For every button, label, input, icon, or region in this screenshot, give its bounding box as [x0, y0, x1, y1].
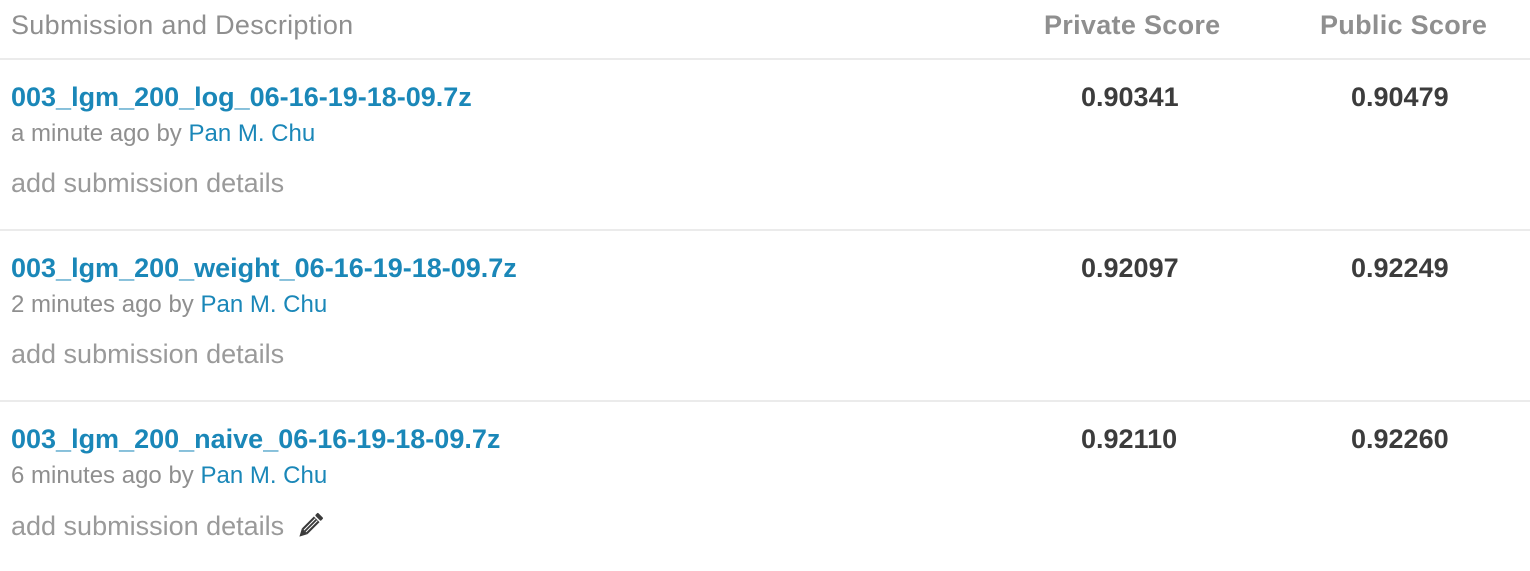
add-details-link[interactable]: add submission details [11, 510, 326, 542]
author-link[interactable]: Pan M. Chu [200, 291, 327, 318]
submission-row: 003_lgm_200_weight_06-16-19-18-09.7z 2 m… [0, 231, 1530, 402]
submission-name-link[interactable]: 003_lgm_200_naive_06-16-19-18-09.7z [11, 424, 500, 455]
public-score: 0.90479 [1351, 82, 1449, 112]
pencil-icon[interactable] [294, 510, 326, 542]
add-details-label: add submission details [11, 168, 285, 198]
public-score: 0.92249 [1351, 253, 1449, 283]
submissions-table: Submission and Description Private Score… [0, 0, 1530, 571]
submission-meta: a minute ago by Pan M. Chu [11, 120, 315, 148]
submission-row: 003_lgm_200_log_06-16-19-18-09.7z a minu… [0, 60, 1530, 231]
add-details-link[interactable]: add submission details [11, 168, 284, 199]
author-link[interactable]: Pan M. Chu [200, 462, 327, 489]
private-score: 0.90341 [1081, 82, 1179, 112]
header-private-score[interactable]: Private Score [1044, 10, 1221, 41]
table-header: Submission and Description Private Score… [0, 0, 1530, 60]
private-score: 0.92097 [1081, 253, 1179, 283]
submission-by: by [168, 291, 194, 318]
submission-time: a minute ago [11, 120, 150, 147]
header-public-score[interactable]: Public Score [1320, 10, 1487, 41]
private-score: 0.92110 [1081, 424, 1178, 454]
submission-time: 6 minutes ago [11, 462, 162, 489]
submission-by: by [156, 120, 182, 147]
submission-meta: 2 minutes ago by Pan M. Chu [11, 291, 327, 319]
submission-name-link[interactable]: 003_lgm_200_weight_06-16-19-18-09.7z [11, 253, 517, 284]
public-score: 0.92260 [1351, 424, 1449, 454]
submission-meta: 6 minutes ago by Pan M. Chu [11, 462, 327, 490]
submission-name-link[interactable]: 003_lgm_200_log_06-16-19-18-09.7z [11, 82, 472, 113]
add-details-link[interactable]: add submission details [11, 339, 284, 370]
add-details-label: add submission details [11, 339, 285, 369]
header-description: Submission and Description [11, 10, 354, 40]
add-details-label: add submission details [11, 510, 285, 541]
submission-time: 2 minutes ago [11, 291, 162, 318]
submission-by: by [168, 462, 194, 489]
author-link[interactable]: Pan M. Chu [188, 120, 315, 147]
submission-row: 003_lgm_200_naive_06-16-19-18-09.7z 6 mi… [0, 402, 1530, 571]
